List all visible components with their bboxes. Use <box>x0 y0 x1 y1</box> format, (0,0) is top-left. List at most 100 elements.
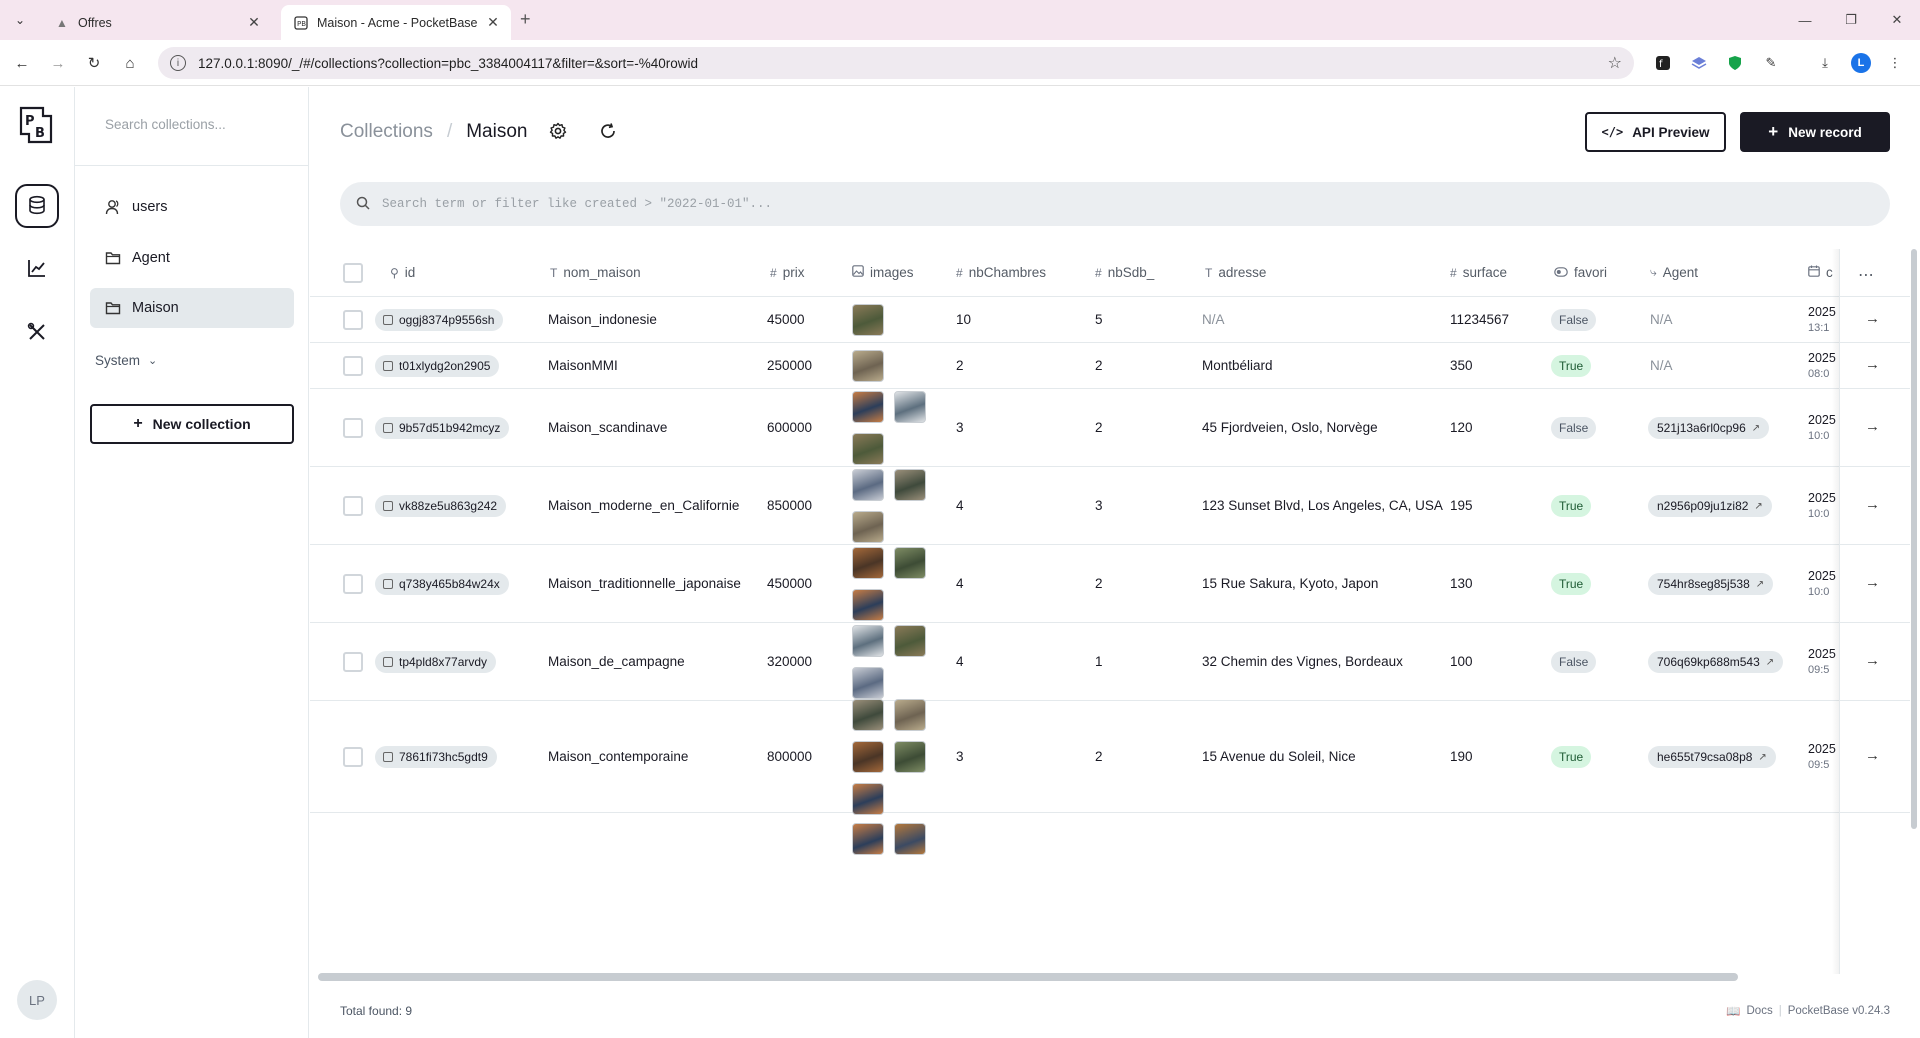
refresh-button[interactable] <box>596 120 620 144</box>
column-header-nom-maison[interactable]: T nom_maison <box>550 265 641 280</box>
table-row[interactable]: t01xlydg2on2905 MaisonMMI 250000 2 2 Montbéli… <box>310 343 1910 389</box>
record-id-badge[interactable]: oggj8374p9556sh <box>375 309 504 331</box>
row-checkbox[interactable] <box>343 310 363 330</box>
select-all-checkbox[interactable] <box>343 263 363 283</box>
house-image-thumbnail[interactable] <box>852 589 884 621</box>
table-row[interactable]: 7861fi73hc5gdt9 Maison_contemporaine 80000… <box>310 699 1910 815</box>
agent-relation-badge[interactable]: he655t79csa08p8 ↗ <box>1648 746 1776 768</box>
house-image-thumbnail[interactable] <box>852 741 884 773</box>
settings-nav-button[interactable] <box>15 311 59 355</box>
table-row-partial[interactable] <box>310 813 1910 873</box>
house-image-thumbnail[interactable] <box>852 304 884 336</box>
profile-avatar[interactable]: L <box>1851 53 1871 73</box>
back-icon[interactable]: ← <box>10 51 34 75</box>
open-record-arrow-icon[interactable]: → <box>1865 356 1880 373</box>
collection-item-users[interactable]: users <box>90 187 294 227</box>
table-row[interactable]: tp4pld8x77arvdy Maison_de_campagne 320000 4… <box>310 623 1910 701</box>
address-bar[interactable]: i 127.0.0.1:8090/_/#/collections?collect… <box>158 47 1634 79</box>
url-text[interactable]: 127.0.0.1:8090/_/#/collections?collectio… <box>198 56 1608 71</box>
column-header-nbsdb[interactable]: # nbSdb_ <box>1095 265 1154 280</box>
house-image-thumbnail[interactable] <box>852 625 884 657</box>
house-image-thumbnail[interactable] <box>852 511 884 543</box>
table-row[interactable]: vk88ze5u863g242 Maison_moderne_en_Califor… <box>310 467 1910 545</box>
forward-icon[interactable]: → <box>46 51 70 75</box>
house-image-thumbnail[interactable] <box>852 469 884 501</box>
open-record-arrow-icon[interactable]: → <box>1865 574 1880 591</box>
shield-extension-icon[interactable] <box>1724 52 1746 74</box>
column-header-id[interactable]: ⚲ id <box>390 265 415 280</box>
house-image-thumbnail[interactable] <box>894 547 926 579</box>
records-search-input[interactable] <box>382 197 1782 211</box>
browser-menu-icon[interactable]: ⋮ <box>1884 52 1906 74</box>
pocketbase-logo[interactable]: P B <box>17 105 57 145</box>
api-preview-button[interactable]: </> API Preview <box>1585 112 1726 152</box>
horizontal-scrollbar[interactable] <box>318 973 1738 981</box>
column-header-favori[interactable]: favori <box>1554 265 1607 280</box>
new-tab-button[interactable]: + <box>520 9 531 30</box>
browser-tab-offres[interactable]: ▲ Offres ✕ <box>42 5 272 40</box>
breadcrumb-collections[interactable]: Collections <box>340 121 433 143</box>
column-header-adresse[interactable]: T adresse <box>1205 265 1266 280</box>
record-id-badge[interactable]: q738y465b84w24x <box>375 573 509 595</box>
collections-nav-button[interactable] <box>15 184 59 228</box>
new-record-button[interactable]: + New record <box>1740 112 1890 152</box>
tab-search-button[interactable]: ⌄ <box>8 8 32 32</box>
restore-icon[interactable]: ❐ <box>1828 0 1874 40</box>
home-icon[interactable]: ⌂ <box>118 51 142 75</box>
house-image-thumbnail[interactable] <box>852 667 884 699</box>
table-row[interactable]: q738y465b84w24x Maison_traditionnelle_jap… <box>310 545 1910 623</box>
download-icon[interactable]: ⤓ <box>1814 52 1836 74</box>
house-image-thumbnail[interactable] <box>894 391 926 423</box>
collection-settings-button[interactable] <box>546 120 570 144</box>
column-header-agent[interactable]: ⤷ Agent <box>1650 265 1698 280</box>
close-icon[interactable]: ✕ <box>485 14 501 31</box>
house-image-thumbnail[interactable] <box>852 699 884 731</box>
browser-tab-maison[interactable]: PB Maison - Acme - PocketBase ✕ <box>281 5 511 40</box>
new-collection-button[interactable]: + New collection <box>90 404 294 444</box>
open-record-arrow-icon[interactable]: → <box>1865 652 1880 669</box>
puzzle-extensions-icon[interactable]: ✎ <box>1760 52 1782 74</box>
house-image-thumbnail[interactable] <box>894 741 926 773</box>
house-image-thumbnail[interactable] <box>852 547 884 579</box>
house-image-thumbnail[interactable] <box>894 699 926 731</box>
house-image-thumbnail[interactable] <box>894 469 926 501</box>
column-header-prix[interactable]: # prix <box>770 265 804 280</box>
table-row[interactable]: 9b57d51b942mcyz Maison_scandinave 600000 3 2… <box>310 389 1910 467</box>
version-link[interactable]: PocketBase v0.24.3 <box>1788 1005 1890 1017</box>
record-id-badge[interactable]: t01xlydg2on2905 <box>375 355 500 377</box>
agent-relation-badge[interactable]: n2956p09ju1zi82 ↗ <box>1648 495 1772 517</box>
row-checkbox[interactable] <box>343 356 363 376</box>
house-image-thumbnail[interactable] <box>852 350 884 382</box>
system-collections-toggle[interactable]: System ⌄ <box>95 353 157 368</box>
column-header-surface[interactable]: # surface <box>1450 265 1507 280</box>
open-record-arrow-icon[interactable]: → <box>1865 418 1880 435</box>
house-image-thumbnail[interactable] <box>852 783 884 815</box>
house-image-thumbnail[interactable] <box>894 625 926 657</box>
collection-item-maison[interactable]: Maison <box>90 288 294 328</box>
open-record-arrow-icon[interactable]: → <box>1865 747 1880 764</box>
house-image-thumbnail[interactable] <box>852 433 884 465</box>
house-image-thumbnail[interactable] <box>852 823 884 855</box>
site-info-icon[interactable]: i <box>170 55 186 71</box>
row-checkbox[interactable] <box>343 418 363 438</box>
minimize-icon[interactable]: — <box>1782 0 1828 40</box>
record-id-badge[interactable]: 7861fi73hc5gdt9 <box>375 746 497 768</box>
extension-icon[interactable]: f <box>1652 52 1674 74</box>
layers-extension-icon[interactable] <box>1688 52 1710 74</box>
collections-search-input[interactable] <box>105 117 295 132</box>
row-checkbox[interactable] <box>343 496 363 516</box>
record-id-badge[interactable]: tp4pld8x77arvdy <box>375 651 497 673</box>
row-checkbox[interactable] <box>343 652 363 672</box>
open-record-arrow-icon[interactable]: → <box>1865 496 1880 513</box>
agent-relation-badge[interactable]: 754hr8seg85j538 ↗ <box>1648 573 1774 595</box>
bookmark-star-icon[interactable]: ☆ <box>1608 53 1622 73</box>
collection-item-agent[interactable]: Agent <box>90 238 294 278</box>
vertical-scrollbar[interactable] <box>1910 249 1918 929</box>
user-avatar[interactable]: LP <box>17 980 57 1020</box>
column-header-images[interactable]: images <box>852 265 914 280</box>
close-window-icon[interactable]: ✕ <box>1874 0 1920 40</box>
record-id-badge[interactable]: vk88ze5u863g242 <box>375 495 507 517</box>
row-checkbox[interactable] <box>343 574 363 594</box>
house-image-thumbnail[interactable] <box>894 823 926 855</box>
column-header-created[interactable]: c <box>1808 265 1833 280</box>
